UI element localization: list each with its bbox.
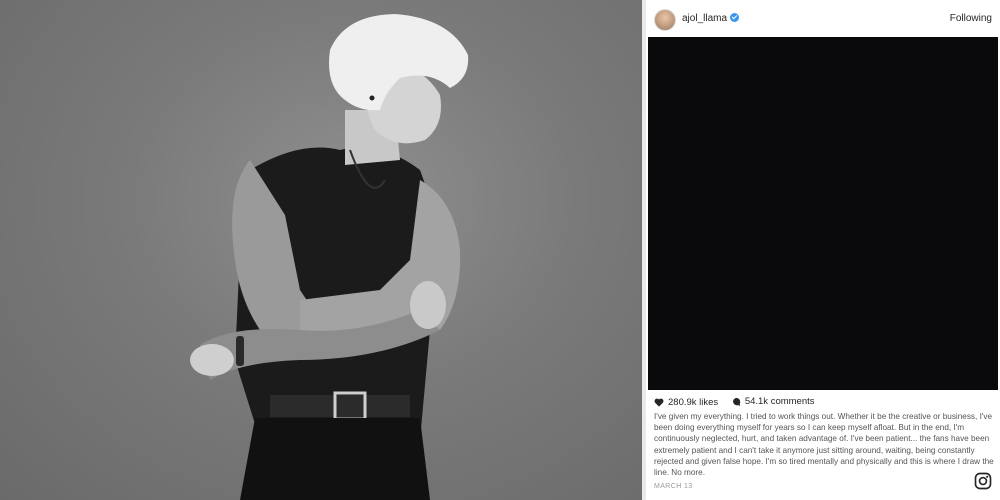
post-caption: I've given my everything. I tried to wor… xyxy=(654,412,994,478)
engagement-bar: 280.9k likes 54.1k comments xyxy=(654,396,825,410)
post-date: MARCH 13 xyxy=(654,483,693,490)
likes-label: 280.9k likes xyxy=(668,396,719,408)
verified-badge-icon xyxy=(730,13,740,22)
avatar[interactable] xyxy=(654,9,676,31)
username-text[interactable]: ajol_llama xyxy=(682,13,727,24)
portrait-illustration xyxy=(190,14,469,500)
post-image[interactable] xyxy=(648,37,998,390)
likes-count[interactable]: 280.9k likes xyxy=(654,397,718,408)
following-button[interactable]: Following xyxy=(950,13,992,24)
portrait-photo xyxy=(0,0,642,500)
instagram-icon[interactable] xyxy=(974,472,992,490)
comments-count[interactable]: 54.1k comments xyxy=(731,396,815,407)
username[interactable]: ajol_llama xyxy=(682,13,740,24)
comment-bubble-icon xyxy=(732,397,741,406)
heart-icon xyxy=(654,398,664,407)
comments-label: 54.1k comments xyxy=(744,396,815,407)
instagram-post-card: ajol_llama Following 280.9k likes 54.1k … xyxy=(646,0,1000,500)
post-header: ajol_llama Following xyxy=(646,0,1000,37)
